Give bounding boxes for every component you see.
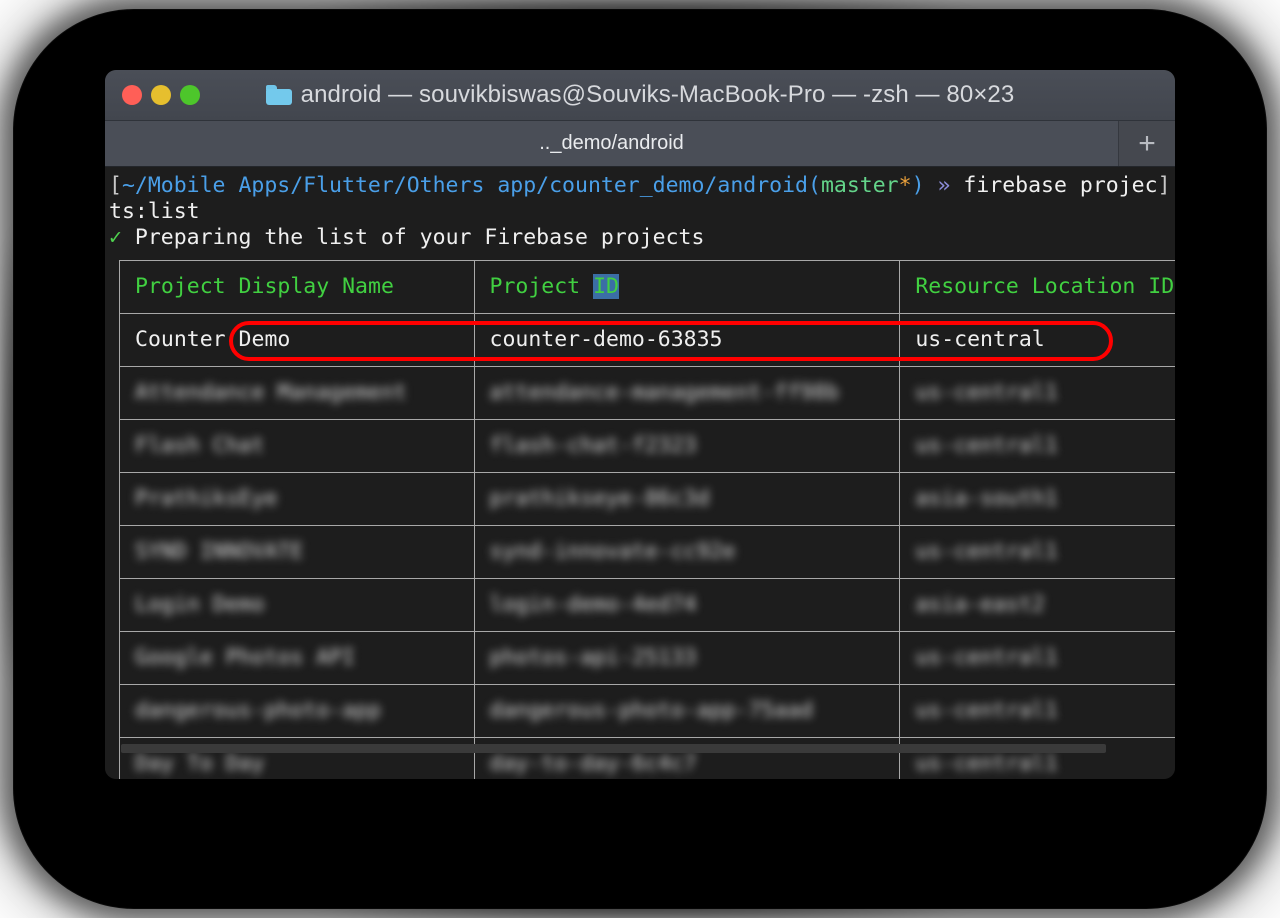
folder-icon bbox=[265, 85, 292, 105]
branch-open-paren: ( bbox=[808, 173, 821, 198]
cell-display-name: Flash Chat bbox=[119, 418, 475, 473]
typed-command: firebase projec bbox=[963, 173, 1158, 198]
cell-resource-location: us-central1 bbox=[899, 418, 1175, 473]
cell-resource-location: asia-south1 bbox=[899, 471, 1175, 526]
cell-display-name: Google Photos API bbox=[119, 630, 475, 685]
branch-close-paren: ) bbox=[911, 173, 925, 198]
tab-demo-android[interactable]: .._demo/android bbox=[105, 121, 1119, 166]
cell-display-name: SYND INNOVATE bbox=[119, 524, 475, 579]
header-project-id-selection: ID bbox=[593, 273, 619, 299]
window-titlebar: android — souvikbiswas@Souviks-MacBook-P… bbox=[105, 70, 1175, 121]
prompt-arrow: » bbox=[937, 173, 951, 198]
new-tab-button[interactable]: + bbox=[1119, 121, 1175, 166]
cell-display-name: Login Demo bbox=[119, 577, 475, 632]
git-branch-name: master bbox=[820, 173, 899, 198]
git-dirty-marker: * bbox=[898, 173, 912, 198]
window-title: android — souvikbiswas@Souviks-MacBook-P… bbox=[300, 81, 1015, 108]
table-row[interactable]: Counter Demo counter-demo-63835 us-centr… bbox=[119, 312, 1175, 367]
check-icon: ✓ bbox=[109, 225, 122, 251]
cell-display-name: Attendance Management bbox=[119, 365, 475, 420]
status-line: ✓ Preparing the list of your Firebase pr… bbox=[105, 225, 1175, 251]
terminal-body[interactable]: [~/Mobile Apps/Flutter/Others app/counte… bbox=[105, 167, 1175, 779]
cell-display-name: PrathiksEye bbox=[119, 471, 475, 526]
cell-project-id: dangerous-photo-app-75aad bbox=[473, 683, 901, 738]
cell-project-id: prathikseye-86c3d bbox=[473, 471, 901, 526]
cell-display-name: dangerous-photo-app bbox=[119, 683, 475, 738]
tab-label: .._demo/android bbox=[539, 132, 684, 154]
cell-resource-location: us-central bbox=[899, 312, 1175, 367]
table-header-row: Project Display Name Project ID Resource… bbox=[119, 259, 1175, 314]
cell-project-id: attendance-management-ff98b bbox=[473, 365, 901, 420]
close-button[interactable] bbox=[122, 85, 142, 105]
cell-project-id: flash-chat-f2323 bbox=[473, 418, 901, 473]
tab-bar: .._demo/android + bbox=[105, 121, 1175, 167]
table-row[interactable]: Google Photos API photos-api-25133 us-ce… bbox=[119, 630, 1175, 685]
traffic-lights bbox=[122, 85, 200, 105]
projects-table-body: Project Display Name Project ID Resource… bbox=[119, 259, 1175, 779]
plus-icon: + bbox=[1138, 126, 1156, 160]
prompt-path: ~/Mobile Apps/Flutter/Others app/counter… bbox=[121, 173, 808, 198]
cell-display-name: Counter Demo bbox=[119, 312, 475, 367]
cell-project-id: photos-api-25133 bbox=[473, 630, 901, 685]
header-project-id: Project ID bbox=[473, 259, 901, 314]
table-row[interactable]: PrathiksEye prathikseye-86c3d asia-south… bbox=[119, 471, 1175, 526]
prompt-open-bracket: [ bbox=[109, 173, 122, 198]
zoom-button[interactable] bbox=[180, 85, 200, 105]
window-title-group: android — souvikbiswas@Souviks-MacBook-P… bbox=[105, 81, 1175, 109]
cell-project-id: login-demo-4ed74 bbox=[473, 577, 901, 632]
cell-resource-location: us-central1 bbox=[899, 683, 1175, 738]
projects-table: Project Display Name Project ID Resource… bbox=[119, 259, 1175, 779]
minimize-button[interactable] bbox=[151, 85, 171, 105]
prompt-close-bracket: ] bbox=[1157, 173, 1171, 198]
table-row[interactable]: Attendance Management attendance-managem… bbox=[119, 365, 1175, 420]
command-wrap-line: ts:list bbox=[105, 199, 1175, 225]
screenshot-canvas: android — souvikbiswas@Souviks-MacBook-P… bbox=[0, 0, 1280, 918]
terminal-window: android — souvikbiswas@Souviks-MacBook-P… bbox=[105, 70, 1175, 779]
table-row[interactable]: Flash Chat flash-chat-f2323 us-central1 bbox=[119, 418, 1175, 473]
cell-resource-location: us-central1 bbox=[899, 365, 1175, 420]
prompt-line: [~/Mobile Apps/Flutter/Others app/counte… bbox=[105, 173, 1175, 199]
cell-project-id: counter-demo-63835 bbox=[473, 312, 901, 367]
cell-resource-location: us-central1 bbox=[899, 630, 1175, 685]
table-row[interactable]: Login Demo login-demo-4ed74 asia-east2 bbox=[119, 577, 1175, 632]
table-row[interactable]: dangerous-photo-app dangerous-photo-app-… bbox=[119, 683, 1175, 738]
typed-command-continued: ts:list bbox=[109, 199, 200, 225]
cell-resource-location: asia-east2 bbox=[899, 577, 1175, 632]
status-text: Preparing the list of your Firebase proj… bbox=[134, 225, 705, 251]
header-resource-location: Resource Location ID bbox=[899, 259, 1175, 314]
cell-project-id: synd-innovate-cc92e bbox=[473, 524, 901, 579]
cell-resource-location: us-central1 bbox=[899, 524, 1175, 579]
header-project-id-prefix: Project bbox=[489, 273, 594, 299]
table-row[interactable]: SYND INNOVATE synd-innovate-cc92e us-cen… bbox=[119, 524, 1175, 579]
header-display-name: Project Display Name bbox=[119, 259, 475, 314]
scrollbar-stub[interactable] bbox=[121, 744, 1106, 753]
